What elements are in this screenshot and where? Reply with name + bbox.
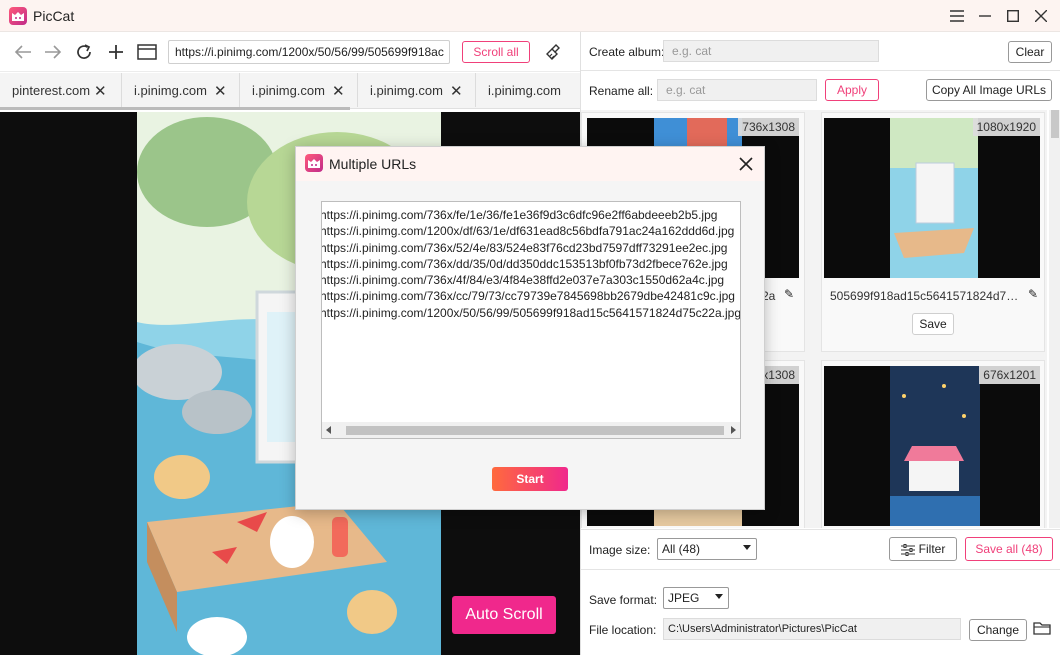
- tab-close-icon[interactable]: ✕: [214, 82, 227, 100]
- image-size-value: All (48): [662, 542, 701, 556]
- rename-all-label: Rename all:: [589, 84, 654, 98]
- close-icon[interactable]: [736, 154, 756, 174]
- divider: [581, 70, 1060, 71]
- tab-label: i.pinimg.com: [252, 83, 325, 98]
- title-bar: PicCat: [0, 0, 1060, 32]
- scroll-thumb[interactable]: [1051, 110, 1059, 138]
- divider: [581, 529, 1060, 530]
- save-format-select[interactable]: JPEG: [663, 587, 729, 609]
- tab-label: i.pinimg.com: [370, 83, 443, 98]
- url-line: https://i.pinimg.com/1200x/df/63/1e/df63…: [321, 224, 735, 239]
- image-card[interactable]: 676x1201: [821, 360, 1045, 528]
- divider: [581, 569, 1060, 570]
- clear-button[interactable]: Clear: [1008, 41, 1052, 63]
- copy-all-image-urls-button[interactable]: Copy All Image URLs: [926, 79, 1052, 101]
- url-line: https://i.pinimg.com/736x/52/4e/83/524e8…: [321, 240, 728, 255]
- scroll-right-icon[interactable]: [730, 426, 736, 434]
- url-input[interactable]: https://i.pinimg.com/1200x/50/56/99/5056…: [168, 40, 450, 64]
- broom-icon[interactable]: [543, 41, 565, 63]
- create-album-label: Create album:: [589, 45, 665, 59]
- maximize-icon[interactable]: [999, 0, 1027, 32]
- tab-bar: pinterest.com ✕ i.pinimg.com ✕ i.pinimg.…: [0, 73, 580, 109]
- save-all-button[interactable]: Save all (48): [965, 537, 1053, 561]
- close-icon[interactable]: [1027, 0, 1055, 32]
- url-line: https://i.pinimg.com/736x/cc/79/73/cc797…: [321, 289, 735, 304]
- tab-pinimg-1[interactable]: i.pinimg.com ✕: [122, 73, 240, 107]
- dialog-title: Multiple URLs: [329, 156, 417, 172]
- new-tab-icon[interactable]: [105, 41, 127, 63]
- chevron-down-icon: [715, 594, 723, 599]
- image-size-label: Image size:: [589, 543, 651, 557]
- piccat-logo-icon: [9, 7, 27, 25]
- image-name: 505699f918ad15c5641571824d75c.: [830, 289, 1020, 303]
- image-name: 2a: [762, 289, 776, 303]
- tab-scrollbar[interactable]: [0, 107, 350, 110]
- piccat-logo-icon: [305, 154, 323, 172]
- image-card[interactable]: 1080x1920 505699f918ad15c5641571824d75c.…: [821, 112, 1045, 352]
- chevron-down-icon: [743, 545, 751, 550]
- filter-button[interactable]: Filter: [889, 537, 957, 561]
- tab-close-icon[interactable]: ✕: [332, 82, 345, 100]
- textarea-horizontal-scrollbar[interactable]: [322, 422, 740, 438]
- change-button[interactable]: Change: [969, 619, 1027, 641]
- folder-icon[interactable]: [1033, 620, 1051, 636]
- image-dimensions: 736x1308: [738, 118, 799, 136]
- minimize-icon[interactable]: [971, 0, 999, 32]
- apply-button[interactable]: Apply: [825, 79, 879, 101]
- start-button[interactable]: Start: [492, 467, 568, 491]
- edit-pencil-icon[interactable]: ✎: [784, 287, 794, 301]
- url-line: https://i.pinimg.com/736x/fe/1e/36/fe1e3…: [321, 208, 718, 222]
- tab-pinterest[interactable]: pinterest.com ✕: [0, 73, 122, 107]
- url-line: https://i.pinimg.com/736x/dd/35/0d/dd350…: [321, 256, 728, 271]
- app-title: PicCat: [33, 8, 75, 24]
- card-thumbnail: [890, 118, 978, 278]
- browser-toolbar: https://i.pinimg.com/1200x/50/56/99/5056…: [0, 32, 580, 72]
- filter-sliders-icon: [900, 543, 915, 556]
- card-image: 676x1201: [824, 366, 1040, 526]
- create-album-input[interactable]: e.g. cat: [663, 40, 879, 62]
- auto-scroll-button[interactable]: Auto Scroll: [452, 596, 556, 634]
- card-image: 1080x1920: [824, 118, 1040, 278]
- url-list: https://i.pinimg.com/736x/fe/1e/36/fe1e3…: [321, 207, 741, 321]
- tab-label: i.pinimg.com: [488, 83, 561, 98]
- scroll-thumb[interactable]: [346, 426, 724, 435]
- multiple-urls-dialog: Multiple URLs https://i.pinimg.com/736x/…: [295, 146, 765, 510]
- menu-icon[interactable]: [943, 0, 971, 32]
- tab-label: i.pinimg.com: [134, 83, 207, 98]
- tab-pinimg-3[interactable]: i.pinimg.com ✕: [358, 73, 476, 107]
- scroll-left-icon[interactable]: [326, 426, 332, 434]
- filter-label: Filter: [918, 542, 946, 556]
- back-arrow-icon[interactable]: [12, 41, 34, 63]
- file-location-input[interactable]: C:\Users\Administrator\Pictures\PicCat: [663, 618, 961, 640]
- url-line: https://i.pinimg.com/1200x/50/56/99/5056…: [321, 305, 741, 320]
- file-location-label: File location:: [589, 623, 657, 637]
- image-dimensions: 1080x1920: [972, 118, 1040, 136]
- save-format-value: JPEG: [668, 591, 700, 605]
- tab-close-icon[interactable]: ✕: [450, 82, 463, 100]
- url-line: https://i.pinimg.com/736x/4f/84/e3/4f84e…: [321, 273, 725, 288]
- urls-textarea[interactable]: https://i.pinimg.com/736x/fe/1e/36/fe1e3…: [321, 201, 741, 439]
- tab-pinimg-2[interactable]: i.pinimg.com ✕: [240, 73, 358, 107]
- grid-scrollbar[interactable]: [1049, 110, 1060, 528]
- card-thumbnail: [890, 366, 980, 526]
- tab-label: pinterest.com: [12, 83, 91, 98]
- image-size-select[interactable]: All (48): [657, 538, 757, 560]
- tab-close-icon[interactable]: ✕: [94, 82, 107, 100]
- forward-arrow-icon[interactable]: [42, 41, 64, 63]
- dialog-header: Multiple URLs: [296, 147, 764, 181]
- edit-pencil-icon[interactable]: ✎: [1028, 287, 1038, 301]
- tab-pinimg-4[interactable]: i.pinimg.com: [476, 73, 580, 107]
- scroll-all-button[interactable]: Scroll all: [462, 41, 530, 63]
- image-dimensions: 676x1201: [979, 366, 1040, 384]
- window-icon[interactable]: [136, 41, 158, 63]
- rename-all-input[interactable]: e.g. cat: [657, 79, 817, 101]
- dialog-body: https://i.pinimg.com/736x/fe/1e/36/fe1e3…: [296, 181, 764, 509]
- save-format-label: Save format:: [589, 593, 658, 607]
- save-button[interactable]: Save: [912, 313, 954, 335]
- reload-icon[interactable]: [73, 41, 95, 63]
